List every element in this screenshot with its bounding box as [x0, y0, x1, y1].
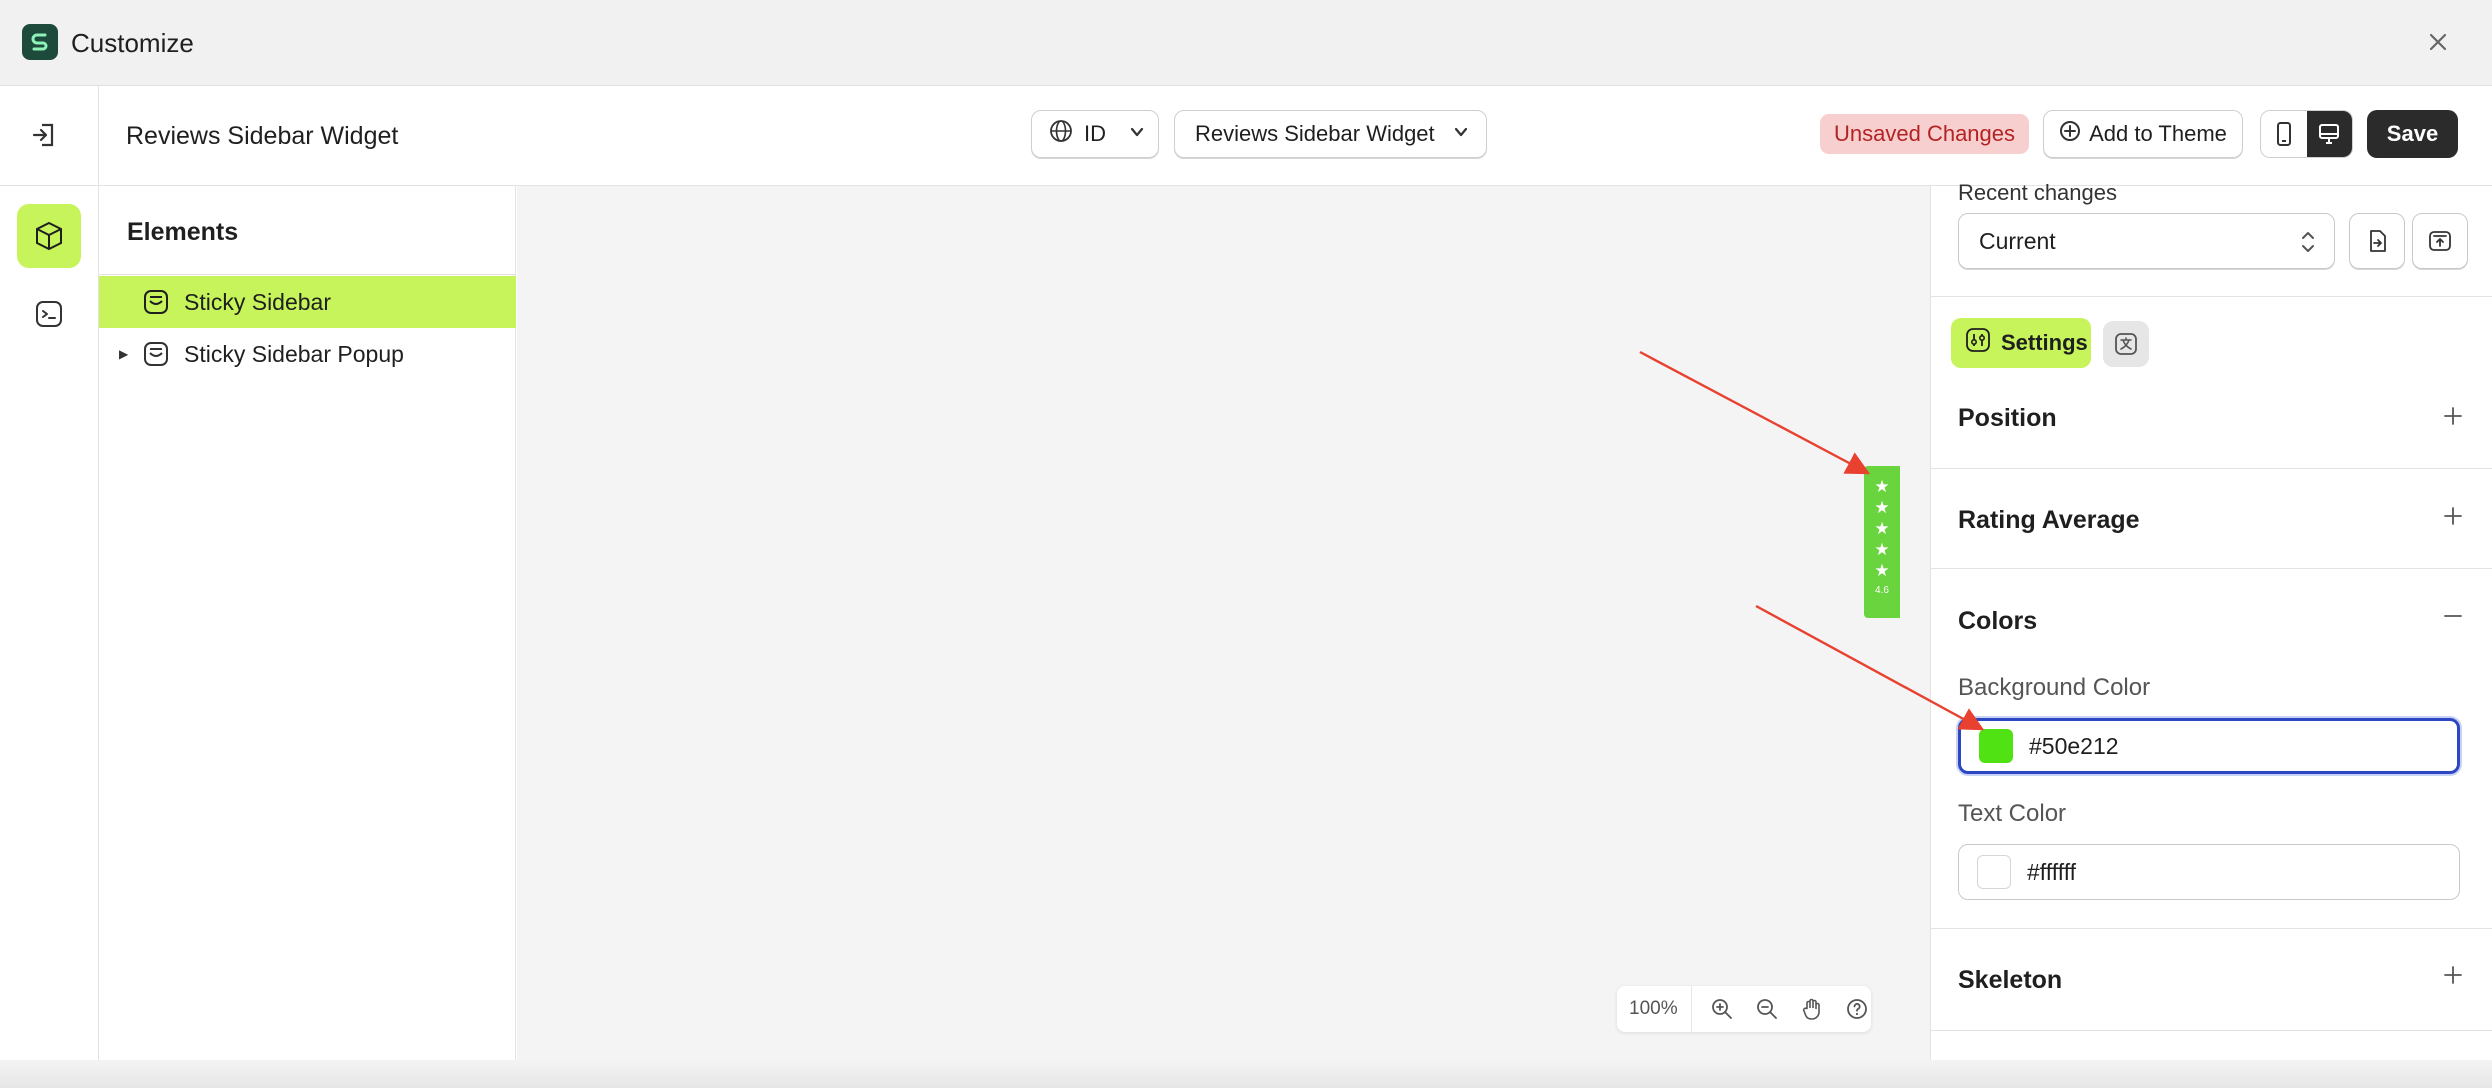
- background-color-label: Background Color: [1958, 674, 2151, 701]
- editor-toolbar: Reviews Sidebar Widget ID Reviews Sideba…: [0, 86, 2492, 186]
- widget-icon: [143, 289, 169, 315]
- zoom-level: 100%: [1629, 998, 1678, 1019]
- chevron-down-icon: [1128, 121, 1146, 147]
- plus-icon[interactable]: [2441, 504, 2465, 528]
- background-color-swatch[interactable]: [1979, 729, 2013, 763]
- tab-translate[interactable]: [2103, 321, 2149, 367]
- sliders-icon: [1965, 327, 1991, 359]
- zoom-toolbar: 100%: [1617, 986, 1871, 1032]
- device-toggle: [2260, 110, 2353, 158]
- tree-item-label: Sticky Sidebar Popup: [184, 340, 404, 367]
- translate-icon: [2115, 333, 2137, 355]
- import-file-icon: [2370, 230, 2386, 252]
- elements-panel: Elements Sticky Sidebar ▶ Sticky Sidebar…: [99, 186, 516, 1088]
- sticky-sidebar-widget[interactable]: ★ ★ ★ ★ ★ 4.6: [1864, 466, 1900, 618]
- export-button[interactable]: [2412, 213, 2468, 269]
- plus-circle-icon: [2059, 120, 2081, 148]
- import-button[interactable]: [2349, 213, 2405, 269]
- recent-changes-value: Current: [1979, 227, 2056, 254]
- preview-canvas[interactable]: [517, 186, 1930, 1088]
- star-icon: ★: [1874, 561, 1890, 580]
- bottom-edge: [0, 1060, 2492, 1088]
- background-color-value: #50e212: [2029, 732, 2119, 759]
- tab-settings[interactable]: Settings: [1951, 318, 2091, 368]
- recent-changes-label: Recent changes: [1958, 180, 2117, 205]
- background-color-input[interactable]: #50e212: [1958, 718, 2460, 774]
- divider: [1931, 568, 2492, 569]
- star-icon: ★: [1874, 477, 1890, 496]
- text-color-input[interactable]: #ffffff: [1958, 844, 2460, 900]
- mobile-icon: [2276, 122, 2291, 146]
- section-rating-average[interactable]: Rating Average: [1958, 506, 2140, 535]
- section-position[interactable]: Position: [1958, 404, 2057, 433]
- plus-icon[interactable]: [2441, 404, 2465, 428]
- section-colors[interactable]: Colors: [1958, 607, 2037, 636]
- star-icon: ★: [1874, 540, 1890, 559]
- mobile-view-button[interactable]: [2261, 111, 2307, 157]
- globe-icon: [1048, 118, 1074, 150]
- tab-settings-label: Settings: [2001, 330, 2088, 355]
- app-logo-icon: [22, 24, 58, 60]
- save-button[interactable]: Save: [2367, 110, 2458, 158]
- desktop-view-button[interactable]: [2306, 111, 2352, 157]
- language-value: ID: [1084, 121, 1106, 146]
- chevron-down-icon: [1452, 121, 1470, 147]
- unsaved-changes-badge: Unsaved Changes: [1820, 114, 2030, 154]
- close-icon[interactable]: [2422, 26, 2454, 58]
- text-color-label: Text Color: [1958, 800, 2067, 827]
- section-skeleton[interactable]: Skeleton: [1958, 966, 2062, 995]
- cube-icon: [36, 221, 62, 251]
- divider: [99, 274, 516, 275]
- divider: [1931, 468, 2492, 469]
- minus-icon[interactable]: [2441, 604, 2465, 628]
- window-title: Customize: [71, 28, 194, 58]
- recent-changes-select[interactable]: Current: [1958, 213, 2335, 269]
- exit-icon[interactable]: [28, 118, 62, 152]
- divider: [1931, 296, 2492, 297]
- tree-item-sticky-sidebar-popup[interactable]: ▶ Sticky Sidebar Popup: [99, 328, 516, 380]
- rating-average: 4.6: [1875, 585, 1889, 596]
- widget-icon: [143, 341, 169, 367]
- divider: [1931, 1030, 2492, 1031]
- code-rail-button[interactable]: [17, 282, 81, 346]
- elements-rail-button[interactable]: [17, 204, 81, 268]
- add-to-theme-button[interactable]: Add to Theme: [2043, 110, 2243, 158]
- terminal-icon: [36, 301, 62, 327]
- template-value: Reviews Sidebar Widget: [1195, 121, 1435, 146]
- hand-icon[interactable]: [1797, 994, 1826, 1024]
- caret-right-icon[interactable]: ▶: [119, 347, 128, 361]
- language-select[interactable]: ID: [1031, 110, 1159, 158]
- elements-heading: Elements: [127, 218, 239, 246]
- tree-item-label: Sticky Sidebar: [184, 288, 332, 315]
- page-title: Reviews Sidebar Widget: [126, 122, 399, 150]
- desktop-icon: [2319, 124, 2340, 144]
- plus-icon[interactable]: [2441, 963, 2465, 987]
- zoom-out-icon[interactable]: [1753, 994, 1782, 1024]
- upload-box-icon: [2429, 231, 2451, 251]
- divider: [1690, 986, 1692, 1032]
- add-to-theme-label: Add to Theme: [2089, 121, 2227, 146]
- select-arrows-icon: [2298, 228, 2318, 262]
- settings-panel: Recent changes Current Settings Position…: [1930, 180, 2492, 1088]
- star-icon: ★: [1874, 519, 1890, 538]
- star-icon: ★: [1874, 498, 1890, 517]
- zoom-in-icon[interactable]: [1708, 994, 1737, 1024]
- tree-item-sticky-sidebar[interactable]: Sticky Sidebar: [99, 276, 516, 328]
- divider: [1931, 928, 2492, 929]
- text-color-value: #ffffff: [2027, 858, 2077, 885]
- text-color-swatch[interactable]: [1977, 855, 2011, 889]
- help-icon[interactable]: [1842, 994, 1871, 1024]
- template-select[interactable]: Reviews Sidebar Widget: [1174, 110, 1487, 158]
- title-bar: Customize: [0, 0, 2492, 86]
